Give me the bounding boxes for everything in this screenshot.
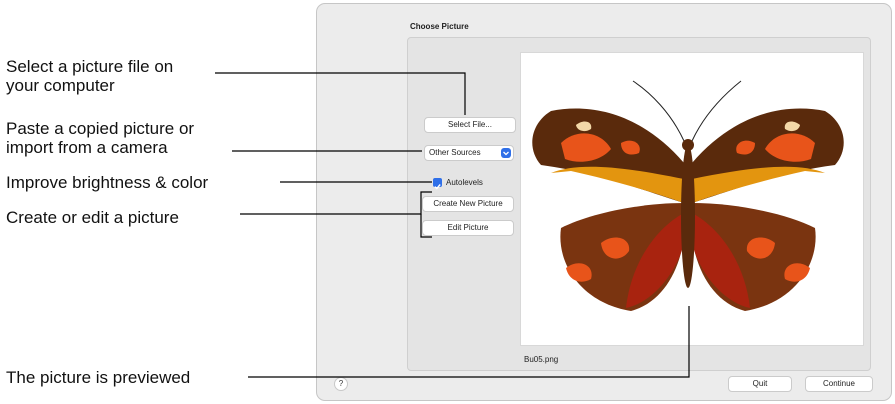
leader-select-file [215, 72, 466, 115]
leader-preview [248, 306, 690, 378]
leader-create-edit-bracket [420, 214, 432, 238]
callout-leader-lines [215, 72, 690, 378]
leader-create-edit [240, 191, 432, 215]
